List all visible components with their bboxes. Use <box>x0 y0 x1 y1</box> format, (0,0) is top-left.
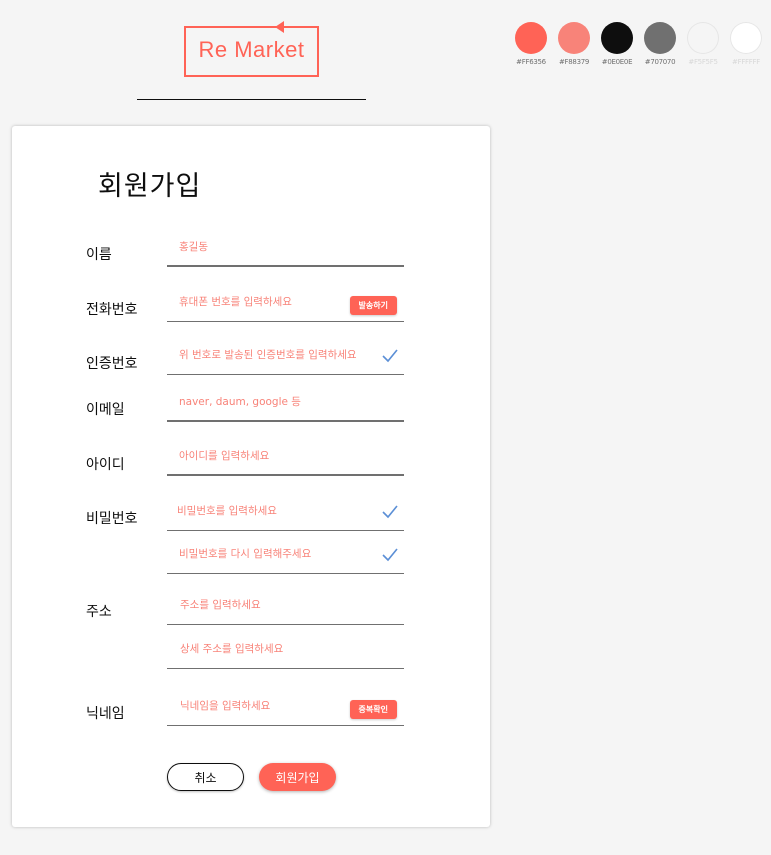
userid-input[interactable] <box>179 450 339 462</box>
phone-input[interactable] <box>179 296 339 308</box>
swatch-dot <box>601 22 633 54</box>
swatch: #FFFFFF <box>730 22 762 66</box>
divider <box>137 99 366 100</box>
nickname-field: 중복확인 <box>167 694 404 726</box>
password-field <box>167 499 404 531</box>
color-palette: #FF6356 #F88379 #0E0E0E #707070 #F5F5F5 … <box>515 22 762 66</box>
swatch: #F88379 <box>558 22 590 66</box>
cancel-button[interactable]: 취소 <box>167 763 244 791</box>
swatch-label: #F5F5F5 <box>688 58 718 66</box>
check-duplicate-button[interactable]: 중복확인 <box>349 700 397 719</box>
swatch-label: #0E0E0E <box>601 58 633 66</box>
password-label: 비밀번호 <box>86 511 138 527</box>
check-icon <box>382 505 398 519</box>
address-label: 주소 <box>86 604 112 620</box>
verify-input[interactable] <box>179 349 379 361</box>
send-code-button[interactable]: 발송하기 <box>349 296 397 315</box>
password-input[interactable] <box>177 505 337 517</box>
swatch-label: #FF6356 <box>516 58 546 66</box>
phone-field: 발송하기 <box>167 290 404 322</box>
check-icon <box>382 349 398 363</box>
phone-label: 전화번호 <box>86 302 138 318</box>
check-icon <box>382 548 398 562</box>
userid-label: 아이디 <box>86 457 125 473</box>
email-field <box>167 390 404 422</box>
page-title: 회원가입 <box>98 171 202 202</box>
address-detail-field <box>167 637 404 669</box>
password-confirm-field <box>167 542 404 574</box>
email-label: 이메일 <box>86 402 125 418</box>
address-detail-input[interactable] <box>180 643 340 655</box>
swatch-dot <box>687 22 719 54</box>
arrow-left-icon <box>275 21 284 33</box>
password-confirm-input[interactable] <box>179 548 379 560</box>
name-field <box>167 235 404 267</box>
swatch: #F5F5F5 <box>687 22 719 66</box>
name-label: 이름 <box>86 247 112 263</box>
address-input[interactable] <box>180 599 340 611</box>
logo: Re Market <box>184 21 320 78</box>
verify-label: 인증번호 <box>86 356 138 372</box>
nickname-label: 닉네임 <box>86 706 125 722</box>
swatch-label: #F88379 <box>558 58 590 66</box>
swatch: #0E0E0E <box>601 22 633 66</box>
swatch-dot <box>730 22 762 54</box>
swatch-label: #FFFFFF <box>732 58 760 66</box>
nickname-input[interactable] <box>180 700 340 712</box>
swatch-dot <box>558 22 590 54</box>
swatch-label: #707070 <box>644 58 676 66</box>
verify-field <box>167 343 404 375</box>
signup-card: 회원가입 이름 전화번호 발송하기 인증번호 이메일 아이디 비밀번호 주소 <box>12 126 490 827</box>
signup-button[interactable]: 회원가입 <box>259 763 336 791</box>
email-input[interactable] <box>179 396 339 408</box>
swatch: #FF6356 <box>515 22 547 66</box>
swatch-dot <box>515 22 547 54</box>
address-field <box>167 593 404 625</box>
swatch: #707070 <box>644 22 676 66</box>
userid-field <box>167 444 404 476</box>
swatch-dot <box>644 22 676 54</box>
logo-text: Re Market <box>198 37 305 62</box>
name-input[interactable] <box>179 241 339 253</box>
